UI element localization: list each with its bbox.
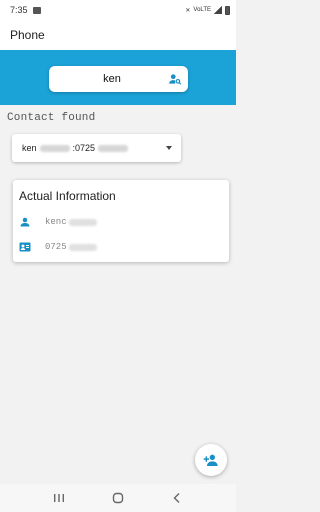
- phone-row: 0725: [19, 241, 97, 253]
- dropdown-number: :0725: [72, 143, 96, 153]
- back-button[interactable]: [165, 488, 189, 508]
- mute-icon: ✕: [185, 7, 191, 14]
- home-icon: [112, 492, 124, 504]
- recents-icon: [54, 494, 65, 502]
- system-nav-bar: [0, 484, 236, 512]
- app-bar: Phone: [0, 20, 236, 50]
- person-search-icon[interactable]: [168, 72, 182, 86]
- status-bar: 7:35 ✕ VoLTE: [0, 0, 236, 20]
- phone-value: 0725: [45, 242, 67, 252]
- actual-information-card: Actual Information kenc 0725: [13, 180, 229, 262]
- add-person-icon: [203, 454, 218, 466]
- app-title: Phone: [10, 28, 45, 42]
- dropdown-arrow-icon[interactable]: [166, 146, 172, 150]
- contact-card-icon: [19, 242, 31, 252]
- status-indicators: ✕ VoLTE: [185, 5, 230, 15]
- name-row: kenc: [19, 216, 97, 228]
- network-label: VoLTE: [193, 7, 211, 13]
- redacted-text: [68, 243, 97, 251]
- recents-button[interactable]: [47, 488, 71, 508]
- redacted-text: [98, 144, 129, 152]
- name-value: kenc: [45, 217, 67, 227]
- dropdown-name: ken: [22, 143, 37, 153]
- image-notification-icon: [32, 6, 41, 14]
- signal-icon: [214, 6, 222, 14]
- contact-dropdown[interactable]: ken :0725: [12, 134, 181, 162]
- home-button[interactable]: [106, 488, 130, 508]
- contact-found-label: Contact found: [7, 112, 96, 124]
- search-input[interactable]: [57, 70, 167, 88]
- person-icon: [20, 217, 30, 227]
- redacted-text: [39, 144, 70, 152]
- search-box[interactable]: [49, 66, 188, 92]
- status-time: 7:35: [10, 5, 28, 15]
- card-title: Actual Information: [19, 189, 116, 203]
- redacted-text: [68, 218, 97, 226]
- add-contact-button[interactable]: [195, 444, 227, 476]
- battery-icon: [225, 5, 230, 15]
- back-icon: [173, 493, 180, 503]
